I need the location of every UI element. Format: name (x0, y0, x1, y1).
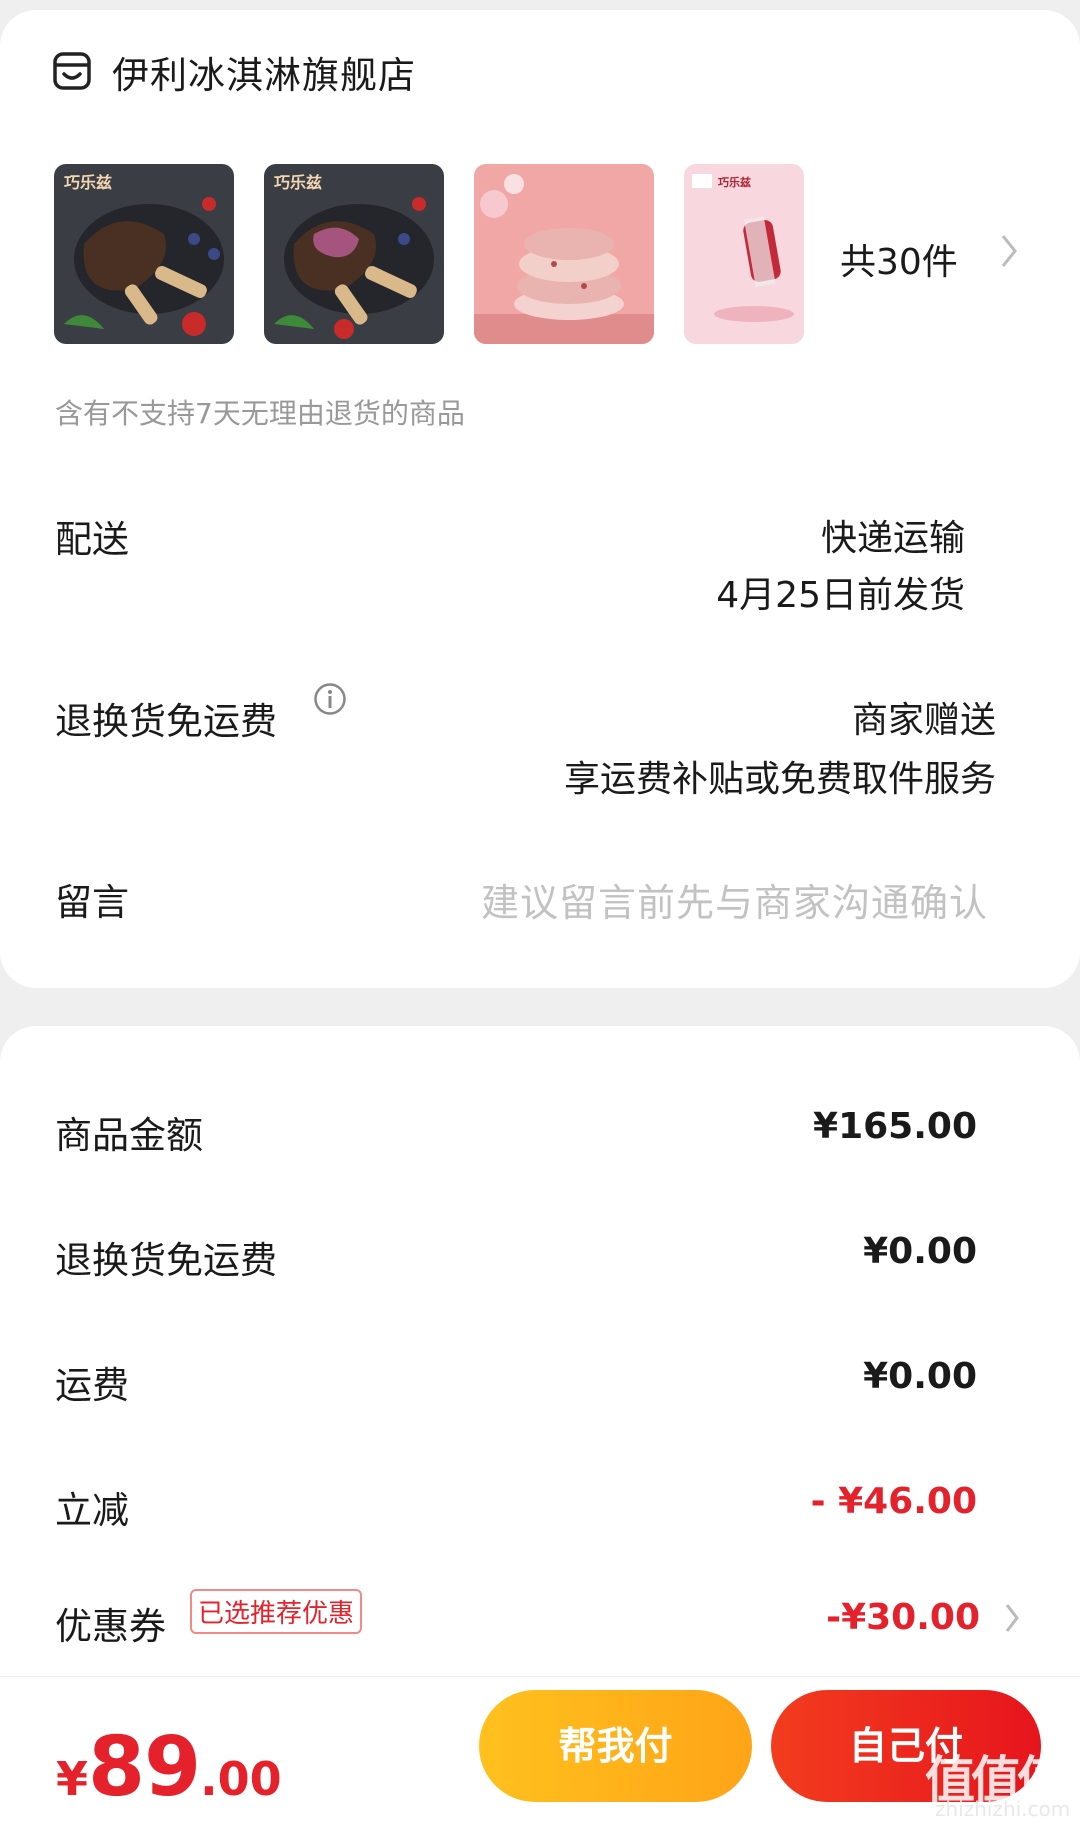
chevron-right-icon[interactable] (1004, 1601, 1020, 1635)
return-fee-label: 退换货免运费 (55, 1239, 277, 1282)
return-shipping-label: 退换货免运费 (55, 700, 277, 743)
delivery-label: 配送 (55, 518, 129, 561)
product-thumb-4[interactable]: 巧乐兹 (684, 164, 804, 344)
delivery-date: 4月25日前发货 (716, 575, 965, 616)
ice-cream-image: 巧乐兹 (264, 164, 444, 344)
shipping-fee-label: 运费 (55, 1364, 129, 1407)
message-label: 留言 (55, 881, 129, 924)
currency-symbol: ¥ (56, 1752, 89, 1806)
coupon-value[interactable]: -¥30.00 (826, 1597, 980, 1638)
discount-label: 立减 (55, 1489, 129, 1532)
product-1-badge: 巧乐兹 (64, 173, 112, 192)
delivery-method: 快递运输 (820, 518, 965, 559)
return-notice: 含有不支持7天无理由退货的商品 (55, 397, 465, 430)
chevron-right-icon[interactable] (1000, 232, 1018, 270)
total-price: ¥89.00 (56, 1720, 282, 1815)
product-thumb-3[interactable] (474, 164, 654, 344)
help-pay-button[interactable]: 帮我付 (479, 1690, 752, 1802)
return-shipping-desc: 享运费补贴或免费取件服务 (563, 759, 996, 800)
product-count[interactable]: 共30件 (840, 233, 958, 285)
shipping-fee-value: ¥0.00 (863, 1356, 977, 1397)
total-decimal: .00 (200, 1752, 282, 1806)
ice-cream-image: 巧乐兹 (54, 164, 234, 344)
ice-cream-pack-image: 巧乐兹 (684, 164, 804, 344)
product-thumb-1[interactable]: 巧乐兹 (54, 164, 234, 344)
order-card (0, 10, 1080, 988)
total-integer: 89 (88, 1720, 201, 1815)
message-input[interactable]: 建议留言前先与商家沟通确认 (481, 872, 988, 927)
product-2-badge: 巧乐兹 (274, 173, 322, 192)
store-icon (53, 52, 91, 90)
product-4-badge: 巧乐兹 (718, 175, 751, 189)
goods-amount-label: 商品金额 (55, 1114, 203, 1157)
return-fee-value: ¥0.00 (863, 1231, 977, 1272)
discount-value: - ¥46.00 (810, 1481, 977, 1522)
store-name[interactable]: 伊利冰淇淋旗舰店 (112, 45, 416, 99)
watermark-url: zhizhizhi.com (935, 1797, 1071, 1821)
goods-amount-value: ¥165.00 (813, 1106, 977, 1147)
coupon-badge: 已选推荐优惠 (190, 1589, 363, 1634)
product-thumb-2[interactable]: 巧乐兹 (264, 164, 444, 344)
ice-cream-sandwich-image (474, 164, 654, 344)
coupon-label: 优惠券 (55, 1605, 166, 1648)
info-icon[interactable] (313, 682, 347, 716)
return-shipping-value: 商家赠送 (851, 700, 996, 741)
